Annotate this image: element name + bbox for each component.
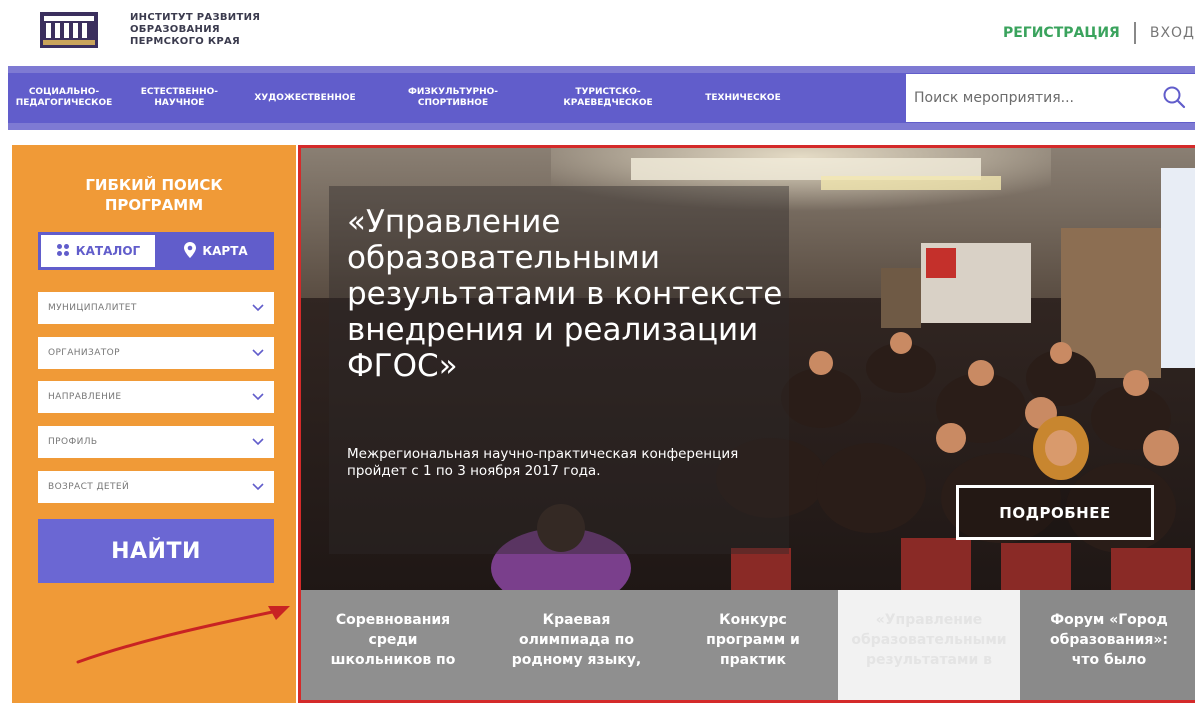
slider-tab-label: Краевая олимпиада по родному языку, [511,612,642,668]
nav-item-social[interactable]: СОЦИАЛЬНО- ПЕДАГОГИЧЕСКОЕ [8,73,120,123]
logo-line: ИНСТИТУТ РАЗВИТИЯ [130,12,261,23]
logo-line: ОБРАЗОВАНИЯ [130,24,220,35]
nav-item-science[interactable]: ЕСТЕСТВЕННО- НАУЧНОЕ [120,73,232,123]
nav-item-sport[interactable]: ФИЗКУЛЬТУРНО- СПОРТИВНОЕ [378,73,528,123]
slider-tab[interactable]: Краевая олимпиада по родному языку, [485,590,668,700]
institute-name[interactable]: ИНСТИТУТ РАЗВИТИЯ ОБРАЗОВАНИЯ ПЕРМСКОГО … [130,12,260,48]
slider-tab-label: Конкурс программ и практик [706,612,800,668]
chevron-down-icon [252,349,264,357]
chevron-down-icon [252,393,264,401]
map-label: КАРТА [202,244,248,258]
slider-tab-label: Форум «Город образования»: что было [1049,612,1169,668]
auth-links: РЕГИСТРАЦИЯ ВХОД [1003,22,1195,44]
slider-tab[interactable]: Соревнования среди школьников по [301,590,485,700]
select-label: НАПРАВЛЕНИЕ [48,392,122,402]
search-icon[interactable] [1161,84,1189,112]
nav-item-label: ЕСТЕСТВЕННО- НАУЧНОЕ [140,87,218,108]
nav-item-label: ТЕХНИЧЕСКОЕ [705,92,781,103]
nav-item-tourism[interactable]: ТУРИСТСКО- КРАЕВЕДЧЕСКОЕ [528,73,688,123]
search-input[interactable] [906,90,1146,106]
profile-select[interactable]: ПРОФИЛЬ [38,426,274,458]
panel-title: ГИБКИЙ ПОИСК ПРОГРАММ [85,176,223,214]
nav-item-technical[interactable]: ТЕХНИЧЕСКОЕ [688,73,798,123]
login-link[interactable]: ВХОД [1150,25,1195,41]
hero-slider: «Управление образовательными результатам… [298,145,1195,703]
child-age-select[interactable]: ВОЗРАСТ ДЕТЕЙ [38,471,274,503]
category-nav: СОЦИАЛЬНО- ПЕДАГОГИЧЕСКОЕ ЕСТЕСТВЕННО- Н… [8,66,1195,130]
more-details-button[interactable]: ПОДРОБНЕЕ [956,485,1154,540]
institute-logo-icon[interactable] [40,12,98,48]
catalog-label: КАТАЛОГ [75,244,141,258]
site-header: ИНСТИТУТ РАЗВИТИЯ ОБРАЗОВАНИЯ ПЕРМСКОГО … [0,0,1195,66]
select-label: ПРОФИЛЬ [48,437,98,447]
slider-tab[interactable]: Конкурс программ и практик [668,590,838,700]
view-toggle: КАТАЛОГ КАРТА [38,232,274,270]
flexible-search-panel: ГИБКИЙ ПОИСК ПРОГРАММ КАТАЛОГ КАРТА МУНИ… [12,145,296,703]
divider [1133,22,1136,44]
map-pin-icon [184,241,197,261]
slider-tab-label: Соревнования среди школьников по [330,612,456,668]
hero-subtitle: Межрегиональная научно-практическая конф… [347,446,739,479]
register-link[interactable]: РЕГИСТРАЦИЯ [1003,25,1120,41]
catalog-toggle-button[interactable]: КАТАЛОГ [38,232,158,270]
nav-item-label: ТУРИСТСКО- КРАЕВЕДЧЕСКОЕ [563,87,653,108]
hero-title: «Управление образовательными результатам… [347,204,783,384]
chevron-down-icon [252,483,264,491]
direction-select[interactable]: НАПРАВЛЕНИЕ [38,381,274,413]
slider-tab[interactable]: Форум «Город образования»: что было [1020,590,1195,700]
slider-tab-active[interactable]: «Управление образовательными результатам… [838,590,1020,700]
nav-item-label: СОЦИАЛЬНО- ПЕДАГОГИЧЕСКОЕ [15,87,113,108]
select-label: ОРГАНИЗАТОР [48,348,120,358]
slider-tab-label: «Управление образовательными результатам… [851,612,1007,668]
slider-tabs: Соревнования среди школьников по Краевая… [301,590,1195,700]
select-label: МУНИЦИПАЛИТЕТ [48,303,137,313]
chevron-down-icon [252,304,264,312]
nav-item-label: ФИЗКУЛЬТУРНО- СПОРТИВНОЕ [407,87,499,108]
nav-item-label: ХУДОЖЕСТВЕННОЕ [254,92,356,103]
find-button[interactable]: НАЙТИ [38,519,274,583]
chevron-down-icon [252,438,264,446]
search-box [906,74,1195,122]
grid-dots-icon [56,243,70,260]
map-toggle-button[interactable]: КАРТА [158,232,274,270]
logo-line: ПЕРМСКОГО КРАЯ [130,36,240,47]
organizer-select[interactable]: ОРГАНИЗАТОР [38,337,274,369]
select-label: ВОЗРАСТ ДЕТЕЙ [48,482,130,492]
nav-item-art[interactable]: ХУДОЖЕСТВЕННОЕ [232,73,378,123]
municipality-select[interactable]: МУНИЦИПАЛИТЕТ [38,292,274,324]
